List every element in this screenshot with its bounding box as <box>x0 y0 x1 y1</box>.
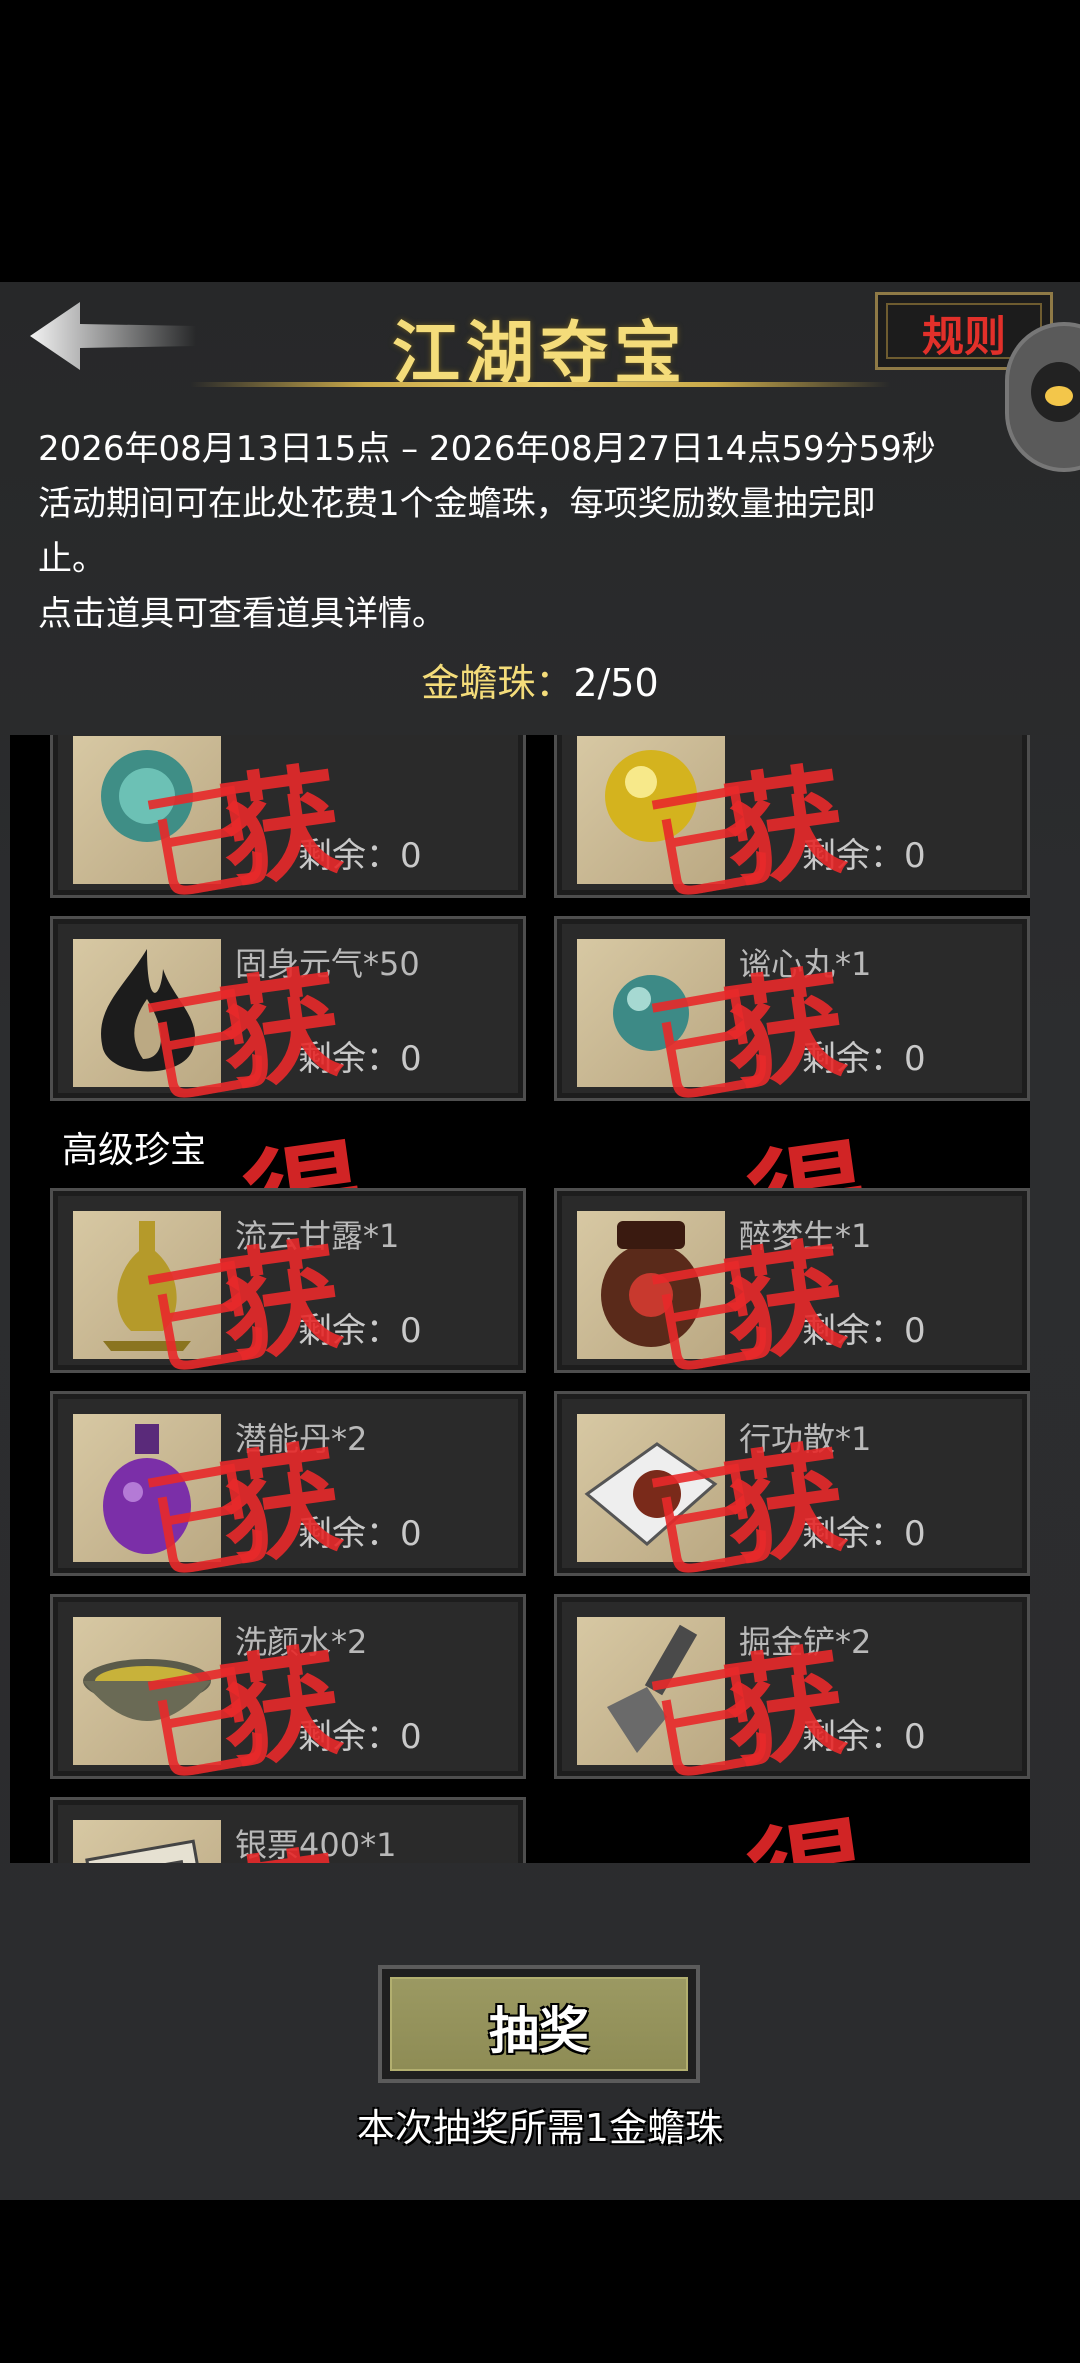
item-remaining: 剩余：0 <box>298 1514 422 1554</box>
wash-bowl-icon <box>83 1659 211 1721</box>
item-name: 固身元气*50 <box>235 945 420 983</box>
jade-vase-icon <box>103 1221 191 1351</box>
draw-button-label: 抽奖 <box>489 2002 589 2060</box>
item-name: 银票400*1 <box>235 1826 397 1863</box>
item-name: 醉梦生*1 <box>739 1217 872 1255</box>
activity-desc-3: 点击道具可查看道具详情。 <box>38 594 446 634</box>
header: 江湖夺宝 规则 <box>0 282 1080 402</box>
item-thumbnail <box>73 1414 221 1562</box>
currency-label: 金蟾珠： <box>421 661 574 705</box>
item-remaining: 剩余：0 <box>298 836 422 876</box>
item-thumbnail <box>577 1617 725 1765</box>
item-name: 行功散*1 <box>739 1420 872 1458</box>
obtained-stamp: 已获得 <box>133 750 364 1077</box>
penguin-icon <box>1031 362 1080 422</box>
shovel-icon <box>607 1624 698 1753</box>
item-thumbnail <box>73 939 221 1087</box>
item-remaining: 剩余：0 <box>802 1039 926 1079</box>
reward-card[interactable]: 醉梦生*1 剩余：0 已获得 <box>554 1188 1030 1553</box>
obtained-stamp: 已获得 <box>637 750 868 1077</box>
silver-note-icon <box>85 1839 209 1863</box>
currency-counter: 金蟾珠：2/50 <box>0 652 1080 707</box>
item-name: 掘金铲*2 <box>739 1623 872 1661</box>
title-divider <box>190 382 890 387</box>
item-name: 谧心丸*1 <box>739 945 872 983</box>
item-remaining: 剩余：0 <box>298 1311 422 1351</box>
reward-card[interactable]: 剩余：0 已获得 <box>50 735 526 1078</box>
powder-packet-icon <box>584 1442 718 1546</box>
item-remaining: 剩余：0 <box>802 1717 926 1757</box>
item-thumbnail <box>577 939 725 1087</box>
black-flame-icon <box>101 949 196 1072</box>
item-name: 洗颜水*2 <box>235 1623 368 1661</box>
item-thumbnail <box>73 1617 221 1765</box>
draw-cost-note: 本次抽奖所需1金蟾珠 <box>356 2106 724 2150</box>
item-remaining: 剩余：0 <box>298 1039 422 1079</box>
item-thumbnail <box>577 1414 725 1562</box>
purple-bottle-icon <box>103 1424 191 1554</box>
jade-orb-icon <box>101 750 193 842</box>
activity-desc-2: 止。 <box>38 539 106 579</box>
reward-card[interactable]: 掘金铲*2 剩余：0 已获得 <box>554 1594 1030 1863</box>
activity-desc-1: 活动期间可在此处花费1个金蟾珠，每项奖励数量抽完即 <box>38 484 876 524</box>
item-name: 流云甘露*1 <box>235 1217 400 1255</box>
wine-jar-icon <box>601 1221 701 1347</box>
reward-card[interactable]: 流云甘露*1 剩余：0 已获得 <box>50 1188 526 1553</box>
item-remaining: 剩余：0 <box>802 836 926 876</box>
item-remaining: 剩余：0 <box>802 1514 926 1554</box>
reward-card[interactable]: 潜能丹*2 剩余：0 已获得 <box>50 1391 526 1756</box>
activity-period: 2026年08月13日15点 – 2026年08月27日14点59分59秒 <box>38 429 936 469</box>
activity-info: 2026年08月13日15点 – 2026年08月27日14点59分59秒 活动… <box>38 422 1048 642</box>
item-remaining: 剩余：0 <box>802 1311 926 1351</box>
reward-card[interactable]: 固身元气*50 剩余：0 已获得 <box>50 916 526 1281</box>
currency-value: 2/50 <box>573 661 659 705</box>
reward-card[interactable]: 剩余：0 已获得 <box>554 735 1030 1078</box>
golden-pearl-icon <box>605 750 697 842</box>
reward-card[interactable]: 谧心丸*1 剩余：0 已获得 <box>554 916 1030 1281</box>
reward-card[interactable]: 银票400*1 剩余：0 已获得 <box>50 1797 526 1863</box>
item-remaining: 剩余：0 <box>298 1717 422 1757</box>
teal-pill-icon <box>613 975 689 1051</box>
reward-card[interactable]: 洗颜水*2 剩余：0 已获得 <box>50 1594 526 1863</box>
item-thumbnail <box>73 1211 221 1359</box>
reward-card[interactable]: 行功散*1 剩余：0 已获得 <box>554 1391 1030 1756</box>
item-thumbnail <box>577 1211 725 1359</box>
item-thumbnail <box>577 736 725 884</box>
section-title-advanced: 高级珍宝 <box>62 1130 207 1171</box>
item-name: 潜能丹*2 <box>235 1420 368 1458</box>
draw-button[interactable]: 抽奖 <box>378 1965 700 2083</box>
reward-list[interactable]: 剩余：0 已获得 剩余：0 已获得 固身元气*50 剩余：0 已获得 谧心丸*1… <box>10 735 1030 1863</box>
item-thumbnail <box>73 1820 221 1863</box>
item-thumbnail <box>73 736 221 884</box>
